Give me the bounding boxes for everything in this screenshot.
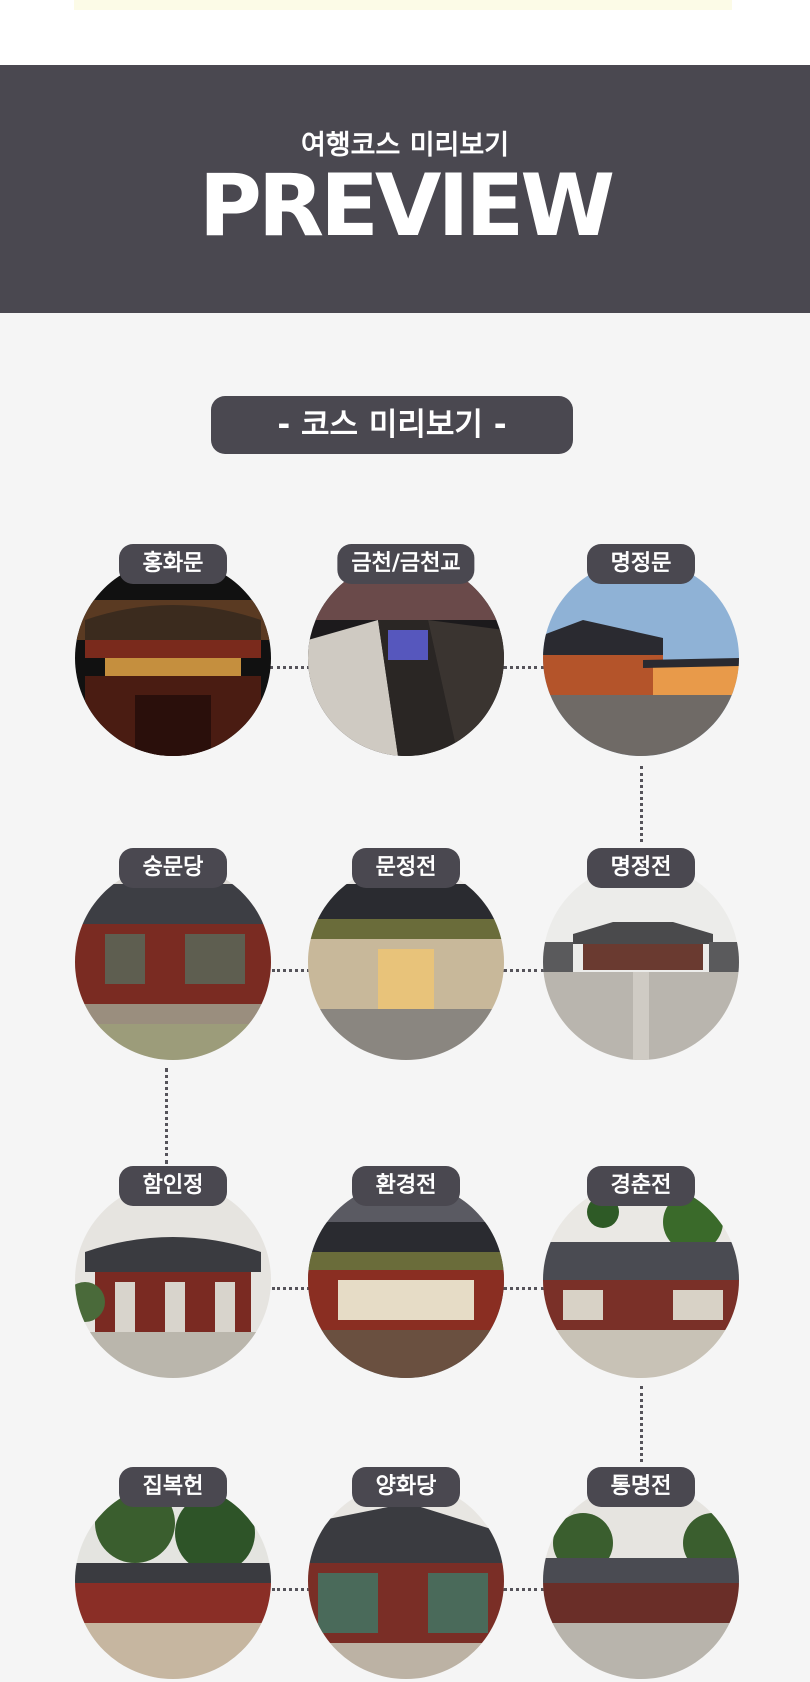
stop-photo <box>308 1483 504 1679</box>
route-connector <box>272 969 310 972</box>
course-stop[interactable]: 문정전 <box>306 848 506 1060</box>
stop-label: 금천/금천교 <box>337 544 475 584</box>
stop-photo <box>308 560 504 756</box>
route-connector <box>165 1068 168 1164</box>
stop-photo <box>543 864 739 1060</box>
course-preview-page: 여행코스 미리보기 PREVIEW - 코스 미리보기 - 홍화문 금천/금천교… <box>0 0 810 1682</box>
stop-label: 숭문당 <box>119 848 227 888</box>
stop-photo <box>75 1483 271 1679</box>
stop-label: 환경전 <box>352 1166 460 1206</box>
stop-label: 양화당 <box>352 1467 460 1507</box>
stop-photo <box>543 1182 739 1378</box>
stop-label: 문정전 <box>352 848 460 888</box>
course-stop[interactable]: 명정문 <box>541 544 741 756</box>
route-connector <box>272 1588 310 1591</box>
preview-header: 여행코스 미리보기 PREVIEW <box>0 65 810 313</box>
course-stop[interactable]: 통명전 <box>541 1467 741 1679</box>
route-connector <box>503 1588 545 1591</box>
stop-label: 명정전 <box>587 848 695 888</box>
stop-label: 함인정 <box>119 1166 227 1206</box>
stop-label: 통명전 <box>587 1467 695 1507</box>
course-stop[interactable]: 양화당 <box>306 1467 506 1679</box>
top-strip <box>0 0 810 65</box>
stop-label: 집복헌 <box>119 1467 227 1507</box>
stop-photo <box>308 864 504 1060</box>
route-connector <box>272 1287 310 1290</box>
course-stop[interactable]: 숭문당 <box>73 848 273 1060</box>
stop-label: 명정문 <box>587 544 695 584</box>
stop-photo <box>75 864 271 1060</box>
course-stop[interactable]: 명정전 <box>541 848 741 1060</box>
course-stop[interactable]: 집복헌 <box>73 1467 273 1679</box>
stop-photo <box>543 1483 739 1679</box>
stop-photo <box>543 560 739 756</box>
course-preview-pill: - 코스 미리보기 - <box>211 396 573 454</box>
route-connector <box>503 1287 545 1290</box>
route-connector <box>640 766 643 842</box>
route-connector <box>503 666 545 669</box>
stop-photo <box>308 1182 504 1378</box>
stop-photo <box>75 1182 271 1378</box>
stop-label: 경춘전 <box>587 1166 695 1206</box>
course-stop[interactable]: 홍화문 <box>73 544 273 756</box>
course-stop[interactable]: 함인정 <box>73 1166 273 1378</box>
route-connector <box>270 666 310 669</box>
course-stop[interactable]: 환경전 <box>306 1166 506 1378</box>
top-notice-bar <box>74 0 732 10</box>
header-title: PREVIEW <box>198 156 615 256</box>
route-connector <box>503 969 545 972</box>
course-stop[interactable]: 금천/금천교 <box>306 544 506 756</box>
course-stop[interactable]: 경춘전 <box>541 1166 741 1378</box>
stop-label: 홍화문 <box>119 544 227 584</box>
route-connector <box>640 1386 643 1462</box>
stop-photo <box>75 560 271 756</box>
